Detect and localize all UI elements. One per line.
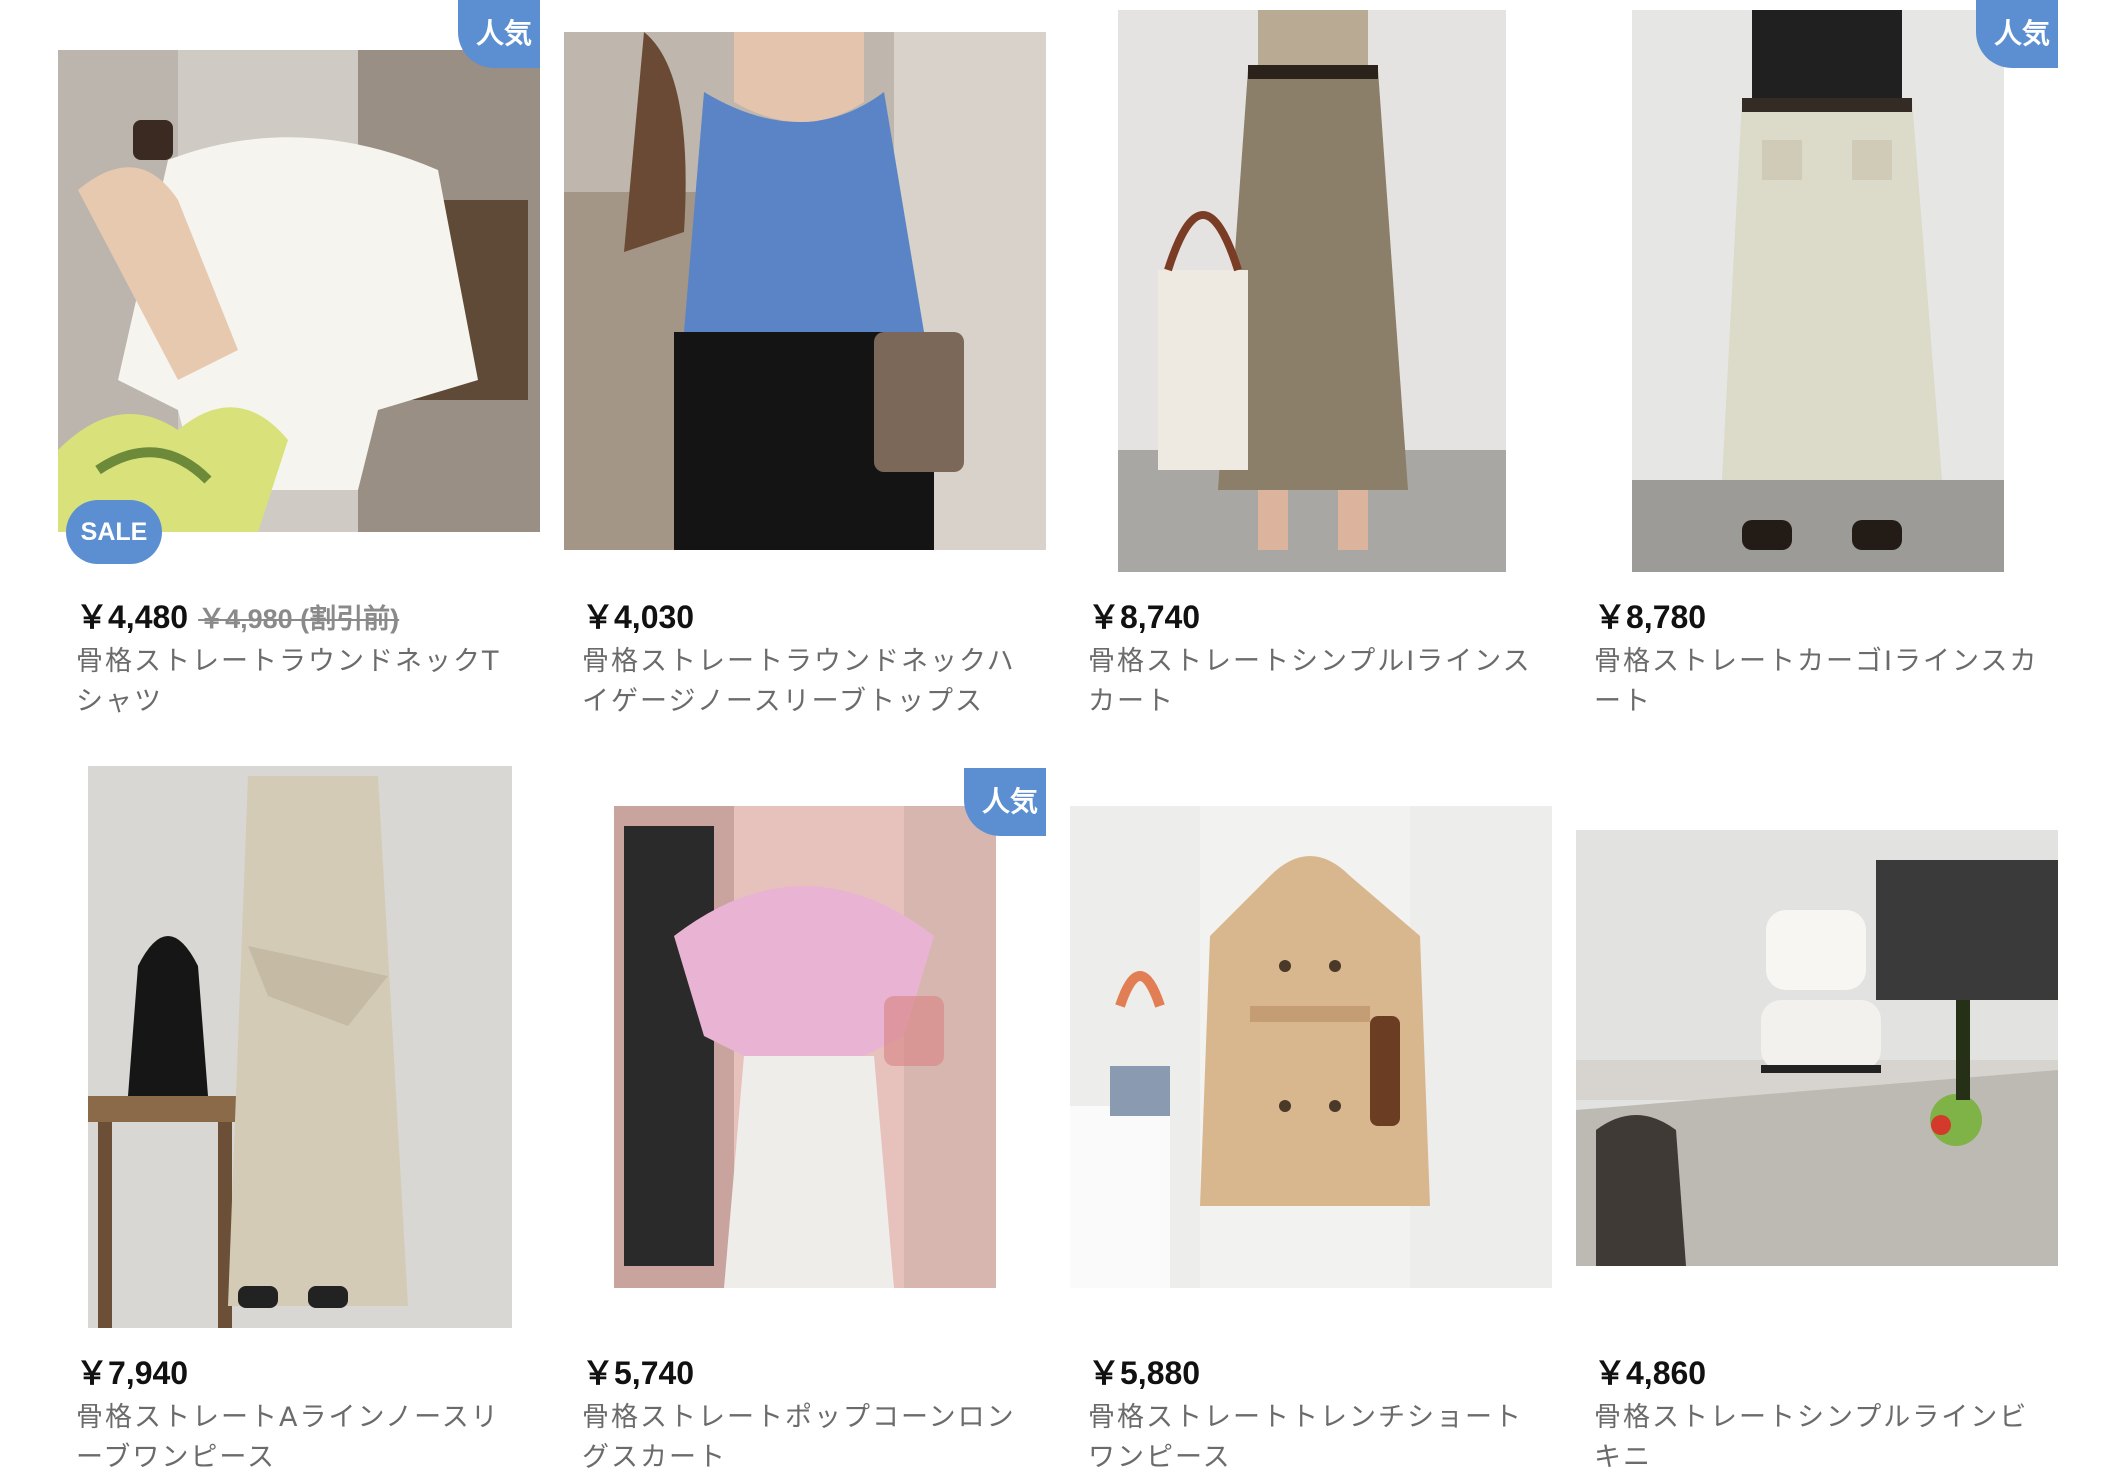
product-name[interactable]: 骨格ストレートラウンドネックハイゲージノースリーブトップス [582, 642, 1032, 722]
product-price: ￥8,780 [1594, 599, 1707, 635]
product-card[interactable]: ￥8,740 骨格ストレートシンプルIラインスカート [1070, 0, 1552, 740]
product-price: ￥5,880 [1088, 1355, 1201, 1391]
product-image[interactable] [58, 50, 540, 532]
product-name[interactable]: 骨格ストレートシンプルラインビキニ [1594, 1398, 2044, 1478]
product-card[interactable]: 人気 ￥8,780 骨格ストレートカーゴIラインスカート [1576, 0, 2058, 740]
product-name[interactable]: 骨格ストレートラウンドネックTシャツ [76, 642, 526, 722]
popular-badge: 人気 [964, 768, 1046, 836]
product-grid: 人気 SALE ￥4,480 ￥4,980 (割引前) 骨格ストレートラウンドネ… [0, 0, 2118, 1474]
original-price: ￥4,980 (割引前) [198, 604, 400, 634]
product-image[interactable] [1632, 10, 2004, 572]
product-image[interactable] [564, 32, 1046, 550]
product-card[interactable]: ￥4,860 骨格ストレートシンプルラインビキニ [1576, 756, 2058, 1474]
product-image[interactable] [1070, 806, 1552, 1288]
product-price: ￥7,940 [76, 1355, 189, 1391]
product-card[interactable]: ￥7,940 骨格ストレートAラインノースリーブワンピース [58, 756, 540, 1474]
product-image[interactable] [1118, 10, 1506, 572]
product-name[interactable]: 骨格ストレートポップコーンロングスカート [582, 1398, 1032, 1478]
product-price: ￥4,030 [582, 599, 695, 635]
product-card[interactable]: 人気 ￥5,740 骨格ストレートポップコーンロングスカート [564, 756, 1046, 1474]
product-image[interactable] [88, 766, 512, 1328]
product-name[interactable]: 骨格ストレートカーゴIラインスカート [1594, 642, 2044, 722]
sale-badge: SALE [66, 500, 162, 564]
popular-badge: 人気 [1976, 0, 2058, 68]
product-price: ￥4,480 [76, 599, 189, 635]
product-price: ￥8,740 [1088, 599, 1201, 635]
product-name[interactable]: 骨格ストレートAラインノースリーブワンピース [76, 1398, 526, 1478]
product-card[interactable]: ￥5,880 骨格ストレートトレンチショートワンピース [1070, 756, 1552, 1474]
product-price: ￥5,740 [582, 1355, 695, 1391]
product-image[interactable] [614, 806, 996, 1288]
product-name[interactable]: 骨格ストレートトレンチショートワンピース [1088, 1398, 1538, 1478]
product-card[interactable]: 人気 SALE ￥4,480 ￥4,980 (割引前) 骨格ストレートラウンドネ… [58, 0, 540, 740]
product-name[interactable]: 骨格ストレートシンプルIラインスカート [1088, 642, 1538, 722]
product-price: ￥4,860 [1594, 1355, 1707, 1391]
product-image[interactable] [1576, 830, 2058, 1266]
popular-badge: 人気 [458, 0, 540, 68]
product-card[interactable]: ￥4,030 骨格ストレートラウンドネックハイゲージノースリーブトップス [564, 0, 1046, 740]
